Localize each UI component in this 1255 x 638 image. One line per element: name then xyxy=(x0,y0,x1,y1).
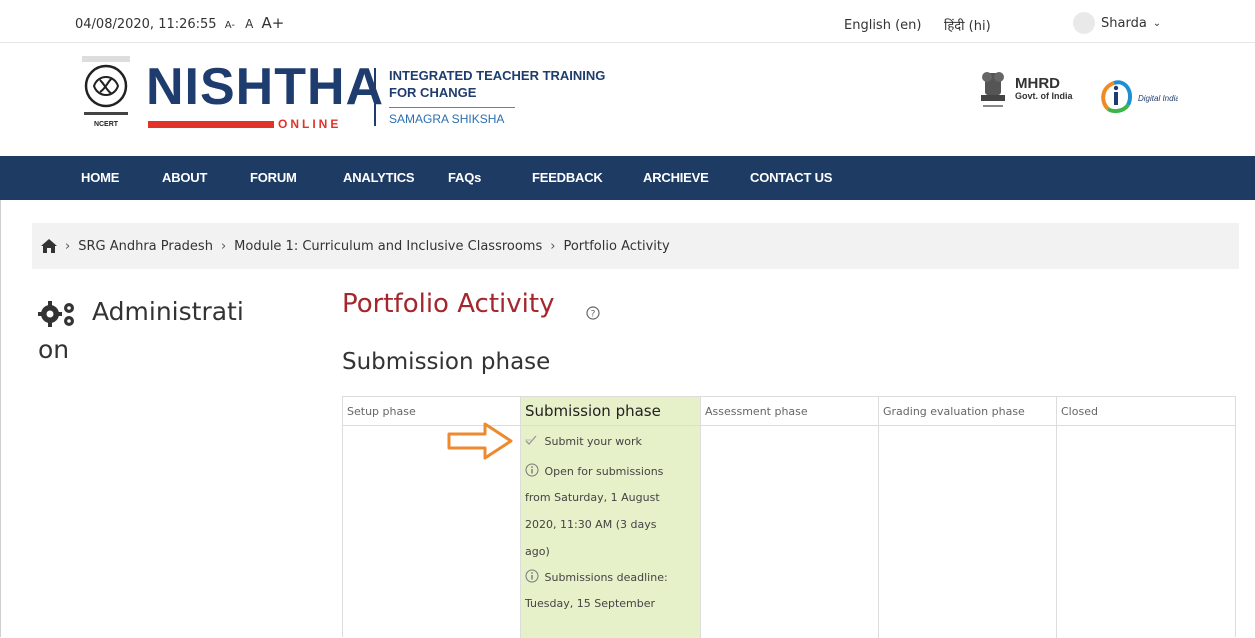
username: Sharda xyxy=(1101,15,1147,31)
help-icon[interactable]: ? xyxy=(586,306,600,320)
chevron-down-icon: ⌄ xyxy=(1152,17,1162,29)
page-title: Portfolio Activity xyxy=(342,289,555,319)
nav-home[interactable]: HOME xyxy=(81,170,119,185)
annotation-arrow-icon xyxy=(447,422,513,460)
home-icon[interactable] xyxy=(41,239,57,253)
gears-icon xyxy=(38,301,74,327)
top-bar: 04/08/2020, 11:26:55 A- A A+ English (en… xyxy=(0,0,1255,43)
brand-online-bar: ONLINE xyxy=(148,117,362,131)
language-hindi-link[interactable]: हिंदी (hi) xyxy=(944,16,991,34)
tagline: INTEGRATED TEACHER TRAINING FOR CHANGE xyxy=(389,67,605,101)
tagline-line2: FOR CHANGE xyxy=(389,85,477,100)
ncert-logo[interactable]: NCERT xyxy=(80,56,132,131)
breadcrumb-module[interactable]: Module 1: Curriculum and Inclusive Class… xyxy=(234,239,542,254)
phase-column-closed: Closed xyxy=(1057,397,1235,638)
breadcrumb-course[interactable]: SRG Andhra Pradesh xyxy=(78,239,213,254)
tagline-underline xyxy=(389,107,515,108)
info-line: Open for submissions xyxy=(544,465,664,478)
phase-header-grading[interactable]: Grading evaluation phase xyxy=(879,397,1056,426)
font-size-normal-button[interactable]: A xyxy=(245,17,253,31)
phase-column-grading: Grading evaluation phase xyxy=(879,397,1057,638)
phase-header-assessment[interactable]: Assessment phase xyxy=(701,397,878,426)
info-line: Submissions deadline: xyxy=(544,571,668,584)
avatar xyxy=(1073,12,1095,34)
ncert-label: NCERT xyxy=(94,121,119,128)
header-divider xyxy=(374,68,376,126)
phase-column-submission: Submission phase Submit your work Open f… xyxy=(521,397,701,638)
phase-header-closed[interactable]: Closed xyxy=(1057,397,1235,426)
phase-heading: Submission phase xyxy=(342,349,551,375)
brand-red-stripe xyxy=(148,121,274,128)
tagline-sub: SAMAGRA SHIKSHA xyxy=(389,112,505,126)
language-english-link[interactable]: English (en) xyxy=(844,18,921,33)
svg-text:?: ? xyxy=(591,310,596,320)
mhrd-sub-label: Govt. of India xyxy=(1015,91,1073,101)
breadcrumb-separator: › xyxy=(220,238,227,254)
phase-header-submission[interactable]: Submission phase xyxy=(521,397,700,426)
font-size-increase-button[interactable]: A+ xyxy=(261,14,284,32)
info-submissions-deadline: Submissions deadline: xyxy=(525,569,668,585)
main-nav: HOME ABOUT FORUM ANALYTICS FAQs FEEDBACK… xyxy=(0,156,1255,200)
breadcrumb-separator: › xyxy=(65,238,71,254)
info-line: Tuesday, 15 September xyxy=(525,597,656,610)
nav-faqs[interactable]: FAQs xyxy=(448,170,481,185)
mhrd-logo-text: MHRD Govt. of India xyxy=(1015,76,1073,103)
info-open-submissions: Open for submissions xyxy=(525,463,663,479)
nav-forum[interactable]: FORUM xyxy=(250,170,297,185)
nav-analytics[interactable]: ANALYTICS xyxy=(343,170,415,185)
administration-title-line1: Administrati xyxy=(92,297,244,326)
checkmark-icon xyxy=(525,435,539,448)
nav-archieve[interactable]: ARCHIEVE xyxy=(643,170,709,185)
tagline-line1: INTEGRATED TEACHER TRAINING xyxy=(389,68,606,83)
brand-online-text: ONLINE xyxy=(278,117,342,131)
task-submit-work[interactable]: Submit your work xyxy=(525,435,642,448)
administration-title-line2: on xyxy=(38,335,70,364)
nav-contact-us[interactable]: CONTACT US xyxy=(750,170,832,185)
digital-india-label: Digital India xyxy=(1138,94,1178,103)
brand-name[interactable]: NISHTHA xyxy=(146,61,384,113)
datetime-text: 04/08/2020, 11:26:55 xyxy=(75,17,217,32)
digital-india-logo: Digital India xyxy=(1101,80,1178,114)
datetime-display: 04/08/2020, 11:26:55 A- A A+ xyxy=(75,14,284,32)
national-emblem-icon xyxy=(981,72,1005,107)
info-line: 2020, 11:30 AM (3 days xyxy=(525,518,657,531)
nav-feedback[interactable]: FEEDBACK xyxy=(532,170,603,185)
phase-column-assessment: Assessment phase xyxy=(701,397,879,638)
info-line: ago) xyxy=(525,545,550,558)
info-line: from Saturday, 1 August xyxy=(525,491,660,504)
breadcrumb: › SRG Andhra Pradesh › Module 1: Curricu… xyxy=(32,223,1239,269)
task-submit-work-label: Submit your work xyxy=(544,435,642,448)
user-menu[interactable]: Sharda ⌄ xyxy=(1073,12,1161,34)
info-icon xyxy=(525,463,539,477)
breadcrumb-activity[interactable]: Portfolio Activity xyxy=(563,239,669,254)
info-icon xyxy=(525,569,539,583)
nav-about[interactable]: ABOUT xyxy=(162,170,207,185)
breadcrumb-separator: › xyxy=(550,238,556,254)
font-size-decrease-button[interactable]: A- xyxy=(225,20,235,31)
site-header: NCERT NISHTHA ONLINE INTEGRATED TEACHER … xyxy=(0,43,1255,156)
